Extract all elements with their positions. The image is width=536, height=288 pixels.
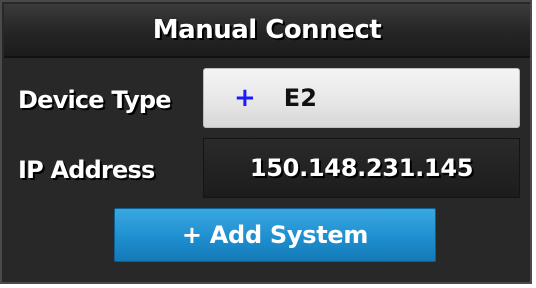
dialog-title: Manual Connect [152,15,382,45]
dialog-titlebar: Manual Connect [4,4,530,58]
add-system-button[interactable]: + Add System [114,208,436,262]
ip-address-field[interactable]: 150.148.231.145 [203,138,520,198]
device-type-select[interactable]: + E2 [203,68,520,128]
device-type-value: E2 [283,84,317,112]
plus-icon: + [234,83,256,113]
ip-address-label: IP Address [18,156,155,184]
ip-address-value: 150.148.231.145 [249,154,474,182]
device-type-label: Device Type [18,86,172,114]
add-system-button-label: + Add System [181,221,369,249]
